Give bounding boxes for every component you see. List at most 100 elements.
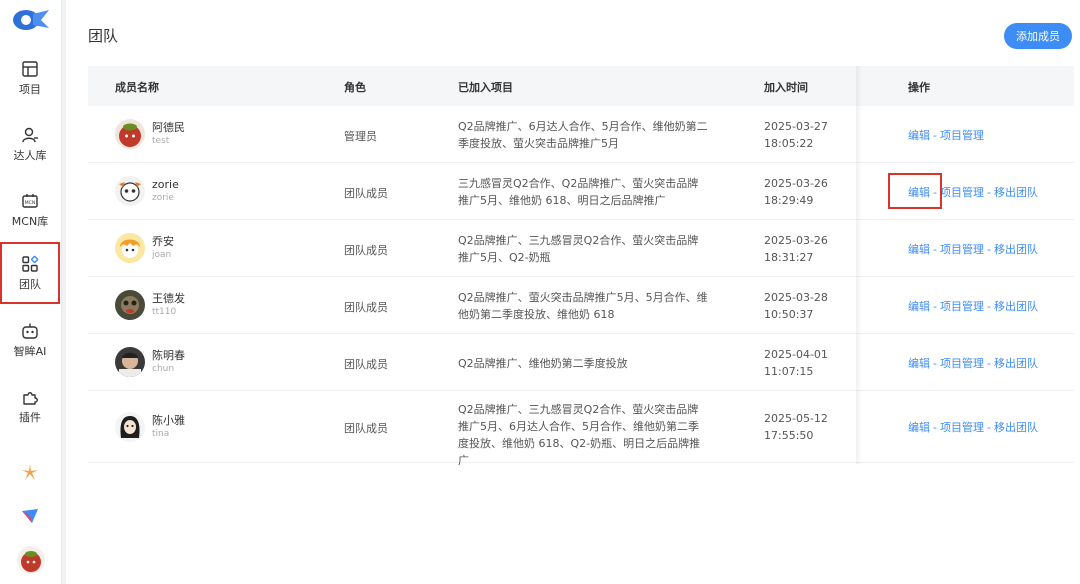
- member-projects: Q2品牌推广、三九感冒灵Q2合作、萤火突击品牌推广5月、Q2-奶瓶: [458, 234, 699, 264]
- column-header-member: 成员名称: [115, 81, 159, 94]
- member-id: tt110: [152, 307, 177, 317]
- member-role: 团队成员: [344, 244, 388, 257]
- joined-time: 2025-04-01 11:07:15: [764, 346, 828, 380]
- project-manage-link[interactable]: 项目管理: [940, 357, 984, 370]
- main-content: 团队 添加成员 成员名称 角色 已加入项目 加入时间 操作 阿德民 test 管…: [66, 0, 1080, 584]
- member-id: chun: [152, 364, 175, 374]
- joined-clock: 18:31:27: [764, 251, 814, 264]
- column-header-projects: 已加入项目: [458, 81, 513, 94]
- app-window: 项目 达人库 MCN MCN库 团队 智眸AI 插件 团队 添加成员 成员名称 …: [0, 0, 1080, 584]
- robot-icon: [22, 323, 38, 339]
- joined-time: 2025-03-26 18:31:27: [764, 232, 828, 266]
- edit-link[interactable]: 编辑: [908, 243, 930, 256]
- member-name: 乔安: [152, 235, 174, 248]
- member-id: joan: [152, 250, 172, 260]
- joined-time: 2025-05-12 17:55:50: [764, 410, 828, 444]
- remove-member-link[interactable]: 移出团队: [994, 186, 1038, 199]
- edit-link[interactable]: 编辑: [908, 357, 930, 370]
- member-cell: 陈明春 chun: [115, 347, 185, 377]
- svg-text:MCN: MCN: [25, 200, 35, 206]
- member-name: 阿德民: [152, 121, 185, 134]
- action-separator: -: [933, 421, 937, 434]
- joined-date: 2025-03-26: [764, 177, 828, 190]
- action-separator: -: [933, 300, 937, 313]
- row-actions: 编辑 - 项目管理 - 移出团队: [908, 298, 1038, 314]
- sidebar-item-plugins[interactable]: 插件: [2, 384, 58, 432]
- team-table: 成员名称 角色 已加入项目 加入时间 操作 阿德民 test 管理员 Q2品牌推…: [88, 66, 1074, 467]
- sidebar-item-label: 智眸AI: [13, 345, 47, 358]
- table-row: 乔安 joan 团队成员 Q2品牌推广、三九感冒灵Q2合作、萤火突击品牌推广5月…: [88, 220, 1074, 277]
- project-manage-link[interactable]: 项目管理: [940, 300, 984, 313]
- edit-link[interactable]: 编辑: [908, 129, 930, 142]
- column-header-actions: 操作: [908, 81, 930, 94]
- team-grid-icon: [22, 255, 39, 272]
- sidebar-item-ai[interactable]: 智眸AI: [2, 318, 58, 366]
- column-header-joined: 加入时间: [764, 81, 808, 94]
- column-header-role: 角色: [344, 81, 366, 94]
- action-separator: -: [986, 421, 991, 434]
- table-row: zorie zorie 团队成员 三九感冒灵Q2合作、Q2品牌推广、萤火突击品牌…: [88, 163, 1074, 220]
- edit-link[interactable]: 编辑: [908, 421, 930, 434]
- member-projects: Q2品牌推广、三九感冒灵Q2合作、萤火突击品牌推广5月、6月达人合作、5月合作、…: [458, 403, 701, 467]
- joined-date: 2025-04-01: [764, 348, 828, 361]
- sidebar-item-team[interactable]: 团队: [0, 242, 60, 304]
- sidebar-item-mcn[interactable]: MCN MCN库: [2, 188, 58, 236]
- joined-date: 2025-03-27: [764, 120, 828, 133]
- table-row: 陈小雅 tina 团队成员 Q2品牌推广、三九感冒灵Q2合作、萤火突击品牌推广5…: [88, 391, 1074, 467]
- member-avatar: [115, 176, 145, 206]
- member-name: zorie: [152, 178, 179, 191]
- member-cell: zorie zorie: [115, 176, 179, 206]
- member-id: tina: [152, 429, 170, 439]
- puzzle-icon: [23, 392, 38, 405]
- edit-link[interactable]: 编辑: [908, 300, 930, 313]
- paper-plane-app-icon[interactable]: [20, 506, 40, 526]
- joined-clock: 17:55:50: [764, 429, 814, 442]
- edit-highlight-box: [888, 173, 942, 209]
- project-manage-link[interactable]: 项目管理: [940, 421, 984, 434]
- sidebar-item-projects[interactable]: 项目: [2, 56, 58, 104]
- table-row: 王德发 tt110 团队成员 Q2品牌推广、萤火突击品牌推广5月、5月合作、维他…: [88, 277, 1074, 334]
- user-avatar[interactable]: [17, 546, 45, 574]
- mcn-icon: MCN: [22, 194, 38, 208]
- project-manage-link[interactable]: 项目管理: [940, 243, 984, 256]
- joined-time: 2025-03-26 18:29:49: [764, 175, 828, 209]
- remove-member-link[interactable]: 移出团队: [994, 421, 1038, 434]
- table-row: 陈明春 chun 团队成员 Q2品牌推广、维他奶第二季度投放 2025-04-0…: [88, 334, 1074, 391]
- member-role: 团队成员: [344, 301, 388, 314]
- member-role: 团队成员: [344, 422, 388, 435]
- table-header: 成员名称 角色 已加入项目 加入时间 操作: [88, 66, 1074, 106]
- action-separator: -: [933, 129, 937, 142]
- add-member-button[interactable]: 添加成员: [1004, 23, 1072, 49]
- action-separator: -: [986, 186, 991, 199]
- user-icon: [22, 127, 38, 143]
- remove-member-link[interactable]: 移出团队: [994, 357, 1038, 370]
- member-avatar: [115, 290, 145, 320]
- joined-time: 2025-03-27 18:05:22: [764, 118, 828, 152]
- sidebar-item-label: 插件: [19, 411, 41, 424]
- sidebar-item-talent[interactable]: 达人库: [2, 122, 58, 170]
- sidebar-item-label: 达人库: [13, 149, 47, 162]
- brand-logo-icon[interactable]: [11, 6, 51, 32]
- flower-app-icon[interactable]: [20, 462, 40, 482]
- project-manage-link[interactable]: 项目管理: [940, 186, 984, 199]
- project-manage-link[interactable]: 项目管理: [940, 129, 984, 142]
- member-role: 团队成员: [344, 358, 388, 371]
- row-actions: 编辑 - 项目管理 - 移出团队: [908, 355, 1038, 371]
- sidebar-item-label: 项目: [19, 83, 41, 96]
- member-role: 管理员: [344, 130, 377, 143]
- member-cell: 乔安 joan: [115, 233, 174, 263]
- joined-date: 2025-03-28: [764, 291, 828, 304]
- member-avatar: [115, 347, 145, 377]
- sidebar-item-label: MCN库: [11, 215, 49, 228]
- joined-date: 2025-05-12: [764, 412, 828, 425]
- member-projects: Q2品牌推广、6月达人合作、5月合作、维他奶第二季度投放、萤火突击品牌推广5月: [458, 120, 708, 150]
- action-separator: -: [986, 243, 991, 256]
- fixed-column-shadow: [856, 66, 862, 464]
- joined-clock: 18:05:22: [764, 137, 814, 150]
- remove-member-link[interactable]: 移出团队: [994, 243, 1038, 256]
- sidebar-item-label: 团队: [19, 278, 41, 291]
- page-title: 团队: [88, 27, 119, 45]
- member-id: test: [152, 136, 170, 146]
- remove-member-link[interactable]: 移出团队: [994, 300, 1038, 313]
- row-actions: 编辑 - 项目管理 - 移出团队: [908, 419, 1038, 435]
